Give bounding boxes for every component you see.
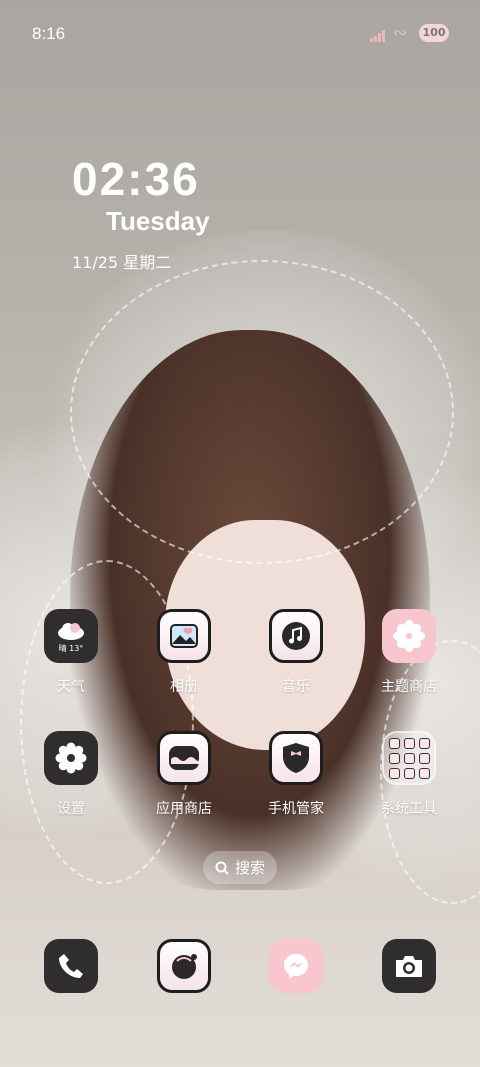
- app-gallery[interactable]: 相册: [139, 609, 229, 696]
- app-system-tools-folder[interactable]: 系统工具: [364, 731, 454, 818]
- search-label: 搜索: [234, 859, 265, 877]
- clock-widget-weekday: Tuesday: [106, 206, 210, 236]
- wifi-icon: ∾: [393, 23, 408, 43]
- clock-widget-date: 11/25 星期二: [72, 253, 172, 272]
- dock-phone[interactable]: [26, 939, 116, 993]
- app-weather[interactable]: 晴 13° 天气: [26, 609, 116, 696]
- status-bar: 8:16 ∾ 100: [0, 0, 480, 60]
- search-button[interactable]: 搜索: [203, 851, 277, 884]
- app-settings[interactable]: 设置: [26, 731, 116, 818]
- battery-icon: 100: [419, 24, 449, 42]
- dock-messages[interactable]: [251, 939, 341, 993]
- phone-manager-icon: [269, 731, 323, 785]
- phone-icon: [44, 939, 98, 993]
- app-label: 系统工具: [381, 801, 437, 817]
- camera-icon: [382, 939, 436, 993]
- browser-icon: [157, 939, 211, 993]
- weather-icon: 晴 13°: [44, 609, 98, 663]
- app-label: 应用商店: [156, 801, 212, 817]
- music-icon: [269, 609, 323, 663]
- clock-widget-time[interactable]: 02:36: [72, 152, 200, 206]
- status-time: 8:16: [32, 24, 66, 43]
- app-label: 音乐: [282, 679, 310, 695]
- app-app-store[interactable]: 应用商店: [139, 731, 229, 818]
- dock-camera[interactable]: [364, 939, 454, 993]
- search-icon: [215, 861, 229, 875]
- folder-icon: [382, 731, 436, 785]
- app-label: 天气: [57, 679, 85, 695]
- app-music[interactable]: 音乐: [251, 609, 341, 696]
- app-label: 设置: [57, 801, 85, 817]
- app-label: 手机管家: [268, 801, 324, 817]
- theme-store-icon: [382, 609, 436, 663]
- app-phone-manager[interactable]: 手机管家: [251, 731, 341, 818]
- app-label: 相册: [170, 679, 198, 695]
- signal-icon: [370, 30, 388, 42]
- weather-temp: 晴 13°: [58, 643, 84, 653]
- messages-icon: [269, 939, 323, 993]
- gallery-icon: [157, 609, 211, 663]
- app-store-icon: [157, 731, 211, 785]
- gear-icon: [44, 731, 98, 785]
- dock-browser[interactable]: [139, 939, 229, 993]
- app-label: 主题商店: [381, 679, 437, 695]
- app-theme-store[interactable]: 主题商店: [364, 609, 454, 696]
